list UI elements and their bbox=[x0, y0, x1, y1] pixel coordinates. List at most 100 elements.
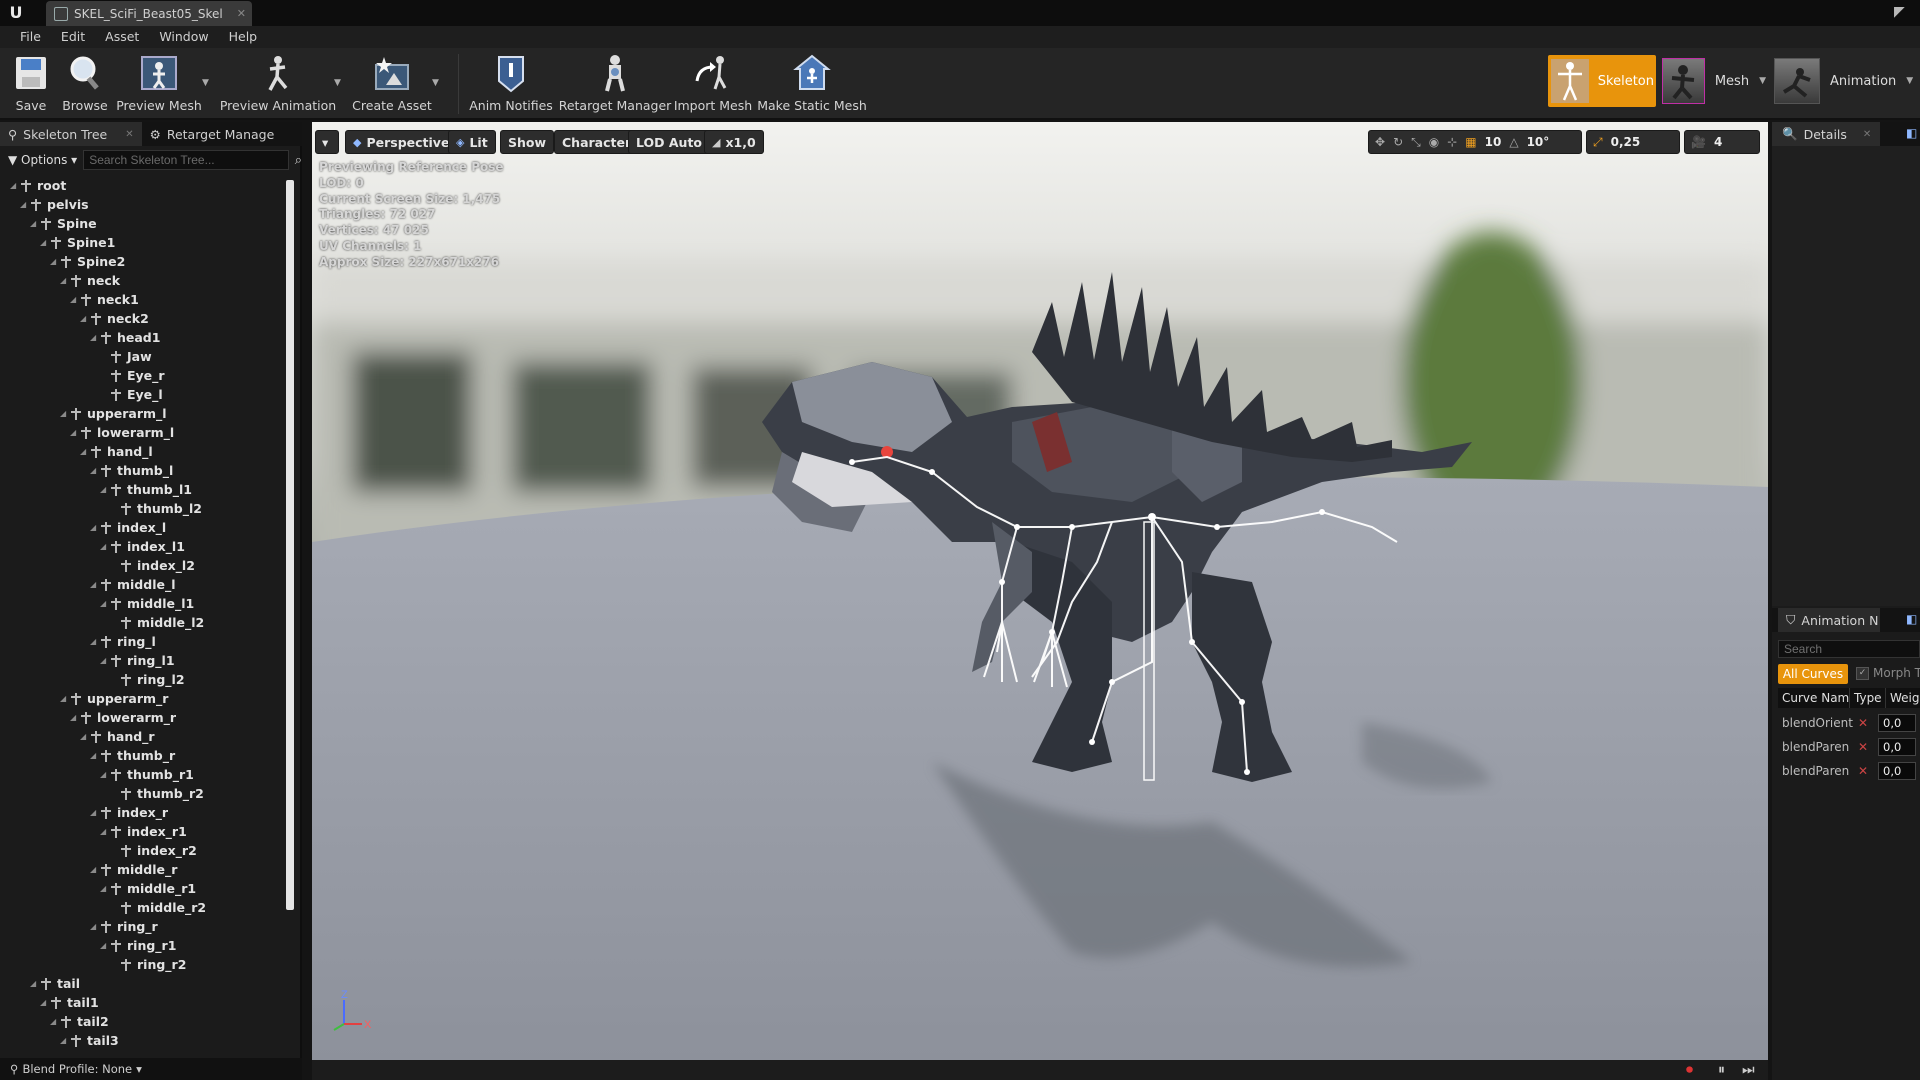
camera-speed-icon[interactable]: 🎥 bbox=[1691, 135, 1706, 149]
column-weight[interactable]: Weig bbox=[1886, 688, 1920, 708]
expand-arrow-icon[interactable]: ◢ bbox=[80, 442, 90, 461]
bone-tree-item[interactable]: ◢ neck bbox=[60, 271, 120, 290]
menu-file[interactable]: File bbox=[10, 26, 51, 48]
bone-tree-item[interactable]: ◢ middle_l1 bbox=[100, 594, 194, 613]
expand-arrow-icon[interactable]: ◢ bbox=[60, 404, 70, 423]
expand-arrow-icon[interactable]: ◢ bbox=[30, 214, 40, 233]
tab-retarget-manager[interactable]: ⚙ Retarget Manage bbox=[142, 122, 283, 146]
pause-button-icon[interactable]: ⏸ bbox=[1718, 1062, 1725, 1078]
bone-tree-item[interactable]: ring_l2 bbox=[110, 670, 185, 689]
expand-arrow-icon[interactable]: ◢ bbox=[90, 575, 100, 594]
expand-arrow-icon[interactable]: ◢ bbox=[70, 423, 80, 442]
curve-row[interactable]: blendParen ✕ 0,0 bbox=[1778, 760, 1920, 782]
make-static-mesh-button[interactable]: Make Static Mesh bbox=[757, 52, 867, 116]
expand-arrow-icon[interactable]: ◢ bbox=[90, 328, 100, 347]
bone-tree-item[interactable]: ◢ ring_l bbox=[90, 632, 156, 651]
expand-arrow-icon[interactable]: ◢ bbox=[50, 1012, 60, 1031]
expand-arrow-icon[interactable]: ◢ bbox=[50, 252, 60, 271]
curve-weight-field[interactable]: 0,0 bbox=[1878, 714, 1916, 732]
expand-arrow-icon[interactable]: ◢ bbox=[100, 936, 110, 955]
scale-snap-icon[interactable]: ⤢ bbox=[1593, 135, 1603, 150]
tab-skeleton-tree[interactable]: ⚲ Skeleton Tree ✕ bbox=[0, 122, 142, 146]
bone-tree-item[interactable]: ◢ Spine2 bbox=[50, 252, 125, 271]
create-asset-button[interactable]: Create Asset bbox=[352, 52, 432, 116]
column-curve-name[interactable]: Curve Nam bbox=[1778, 688, 1850, 708]
curve-row[interactable]: blendOrient ✕ 0,0 bbox=[1778, 712, 1920, 734]
perspective-button[interactable]: ◆ Perspective bbox=[345, 130, 458, 154]
world-local-icon[interactable]: ◉ bbox=[1429, 135, 1439, 149]
expand-arrow-icon[interactable]: ◢ bbox=[90, 860, 100, 879]
delete-curve-icon[interactable]: ✕ bbox=[1858, 740, 1872, 754]
viewport-options-dropdown[interactable]: ▾ bbox=[315, 130, 339, 154]
bone-tree-item[interactable]: middle_l2 bbox=[110, 613, 204, 632]
expand-arrow-icon[interactable]: ◢ bbox=[30, 974, 40, 993]
mesh-mode-button[interactable]: Mesh ▼ bbox=[1662, 55, 1766, 107]
bone-tree-item[interactable]: ◢ Spine bbox=[30, 214, 97, 233]
bone-tree-item[interactable]: ◢ tail bbox=[30, 974, 80, 993]
search-icon[interactable]: ⌕ bbox=[295, 153, 302, 168]
all-curves-button[interactable]: All Curves bbox=[1778, 664, 1848, 684]
show-button[interactable]: Show bbox=[500, 130, 555, 154]
close-tab-icon[interactable]: ✕ bbox=[237, 7, 246, 20]
curve-search-input[interactable] bbox=[1778, 640, 1920, 658]
expand-arrow-icon[interactable]: ◢ bbox=[100, 537, 110, 556]
expand-arrow-icon[interactable]: ◢ bbox=[100, 480, 110, 499]
bone-tree-item[interactable]: ◢ Spine1 bbox=[40, 233, 115, 252]
column-type[interactable]: Type bbox=[1850, 688, 1886, 708]
scale-snap-value[interactable]: 0,25 bbox=[1611, 135, 1641, 149]
expand-arrow-icon[interactable]: ◢ bbox=[70, 290, 80, 309]
camera-speed-value[interactable]: 4 bbox=[1714, 135, 1722, 149]
delete-curve-icon[interactable]: ✕ bbox=[1858, 764, 1872, 778]
preview-mesh-button[interactable]: Preview Mesh bbox=[116, 52, 202, 116]
bone-tree-item[interactable]: ◢ thumb_l bbox=[90, 461, 173, 480]
bone-tree-item[interactable]: ◢ upperarm_r bbox=[60, 689, 168, 708]
bone-tree-item[interactable]: ◢ tail3 bbox=[60, 1031, 119, 1050]
retarget-manager-button[interactable]: Retarget Manager bbox=[559, 52, 671, 116]
grid-snap-icon[interactable]: ▦ bbox=[1465, 135, 1476, 149]
bone-tree-item[interactable]: ◢ thumb_l1 bbox=[100, 480, 192, 499]
bone-tree-item[interactable]: ◢ tail1 bbox=[40, 993, 99, 1012]
options-dropdown[interactable]: ▼ Options ▾ bbox=[8, 153, 77, 167]
bone-tree-item[interactable]: Eye_l bbox=[100, 385, 163, 404]
save-button[interactable]: Save bbox=[8, 52, 54, 116]
bone-tree-item[interactable]: ◢ index_r1 bbox=[100, 822, 187, 841]
expand-arrow-icon[interactable]: ◢ bbox=[80, 309, 90, 328]
menu-edit[interactable]: Edit bbox=[51, 26, 95, 48]
curves-extra-tab-icon[interactable]: ◧ bbox=[1906, 612, 1917, 626]
delete-curve-icon[interactable]: ✕ bbox=[1858, 716, 1872, 730]
expand-arrow-icon[interactable]: ◢ bbox=[90, 461, 100, 480]
expand-arrow-icon[interactable]: ◢ bbox=[40, 993, 50, 1012]
record-button-icon[interactable]: ⏺ bbox=[1686, 1062, 1693, 1078]
animation-mode-dropdown-icon[interactable]: ▼ bbox=[1906, 76, 1913, 86]
lit-button[interactable]: ◈ Lit bbox=[448, 130, 496, 154]
expand-arrow-icon[interactable]: ◢ bbox=[10, 176, 20, 195]
translate-icon[interactable]: ✥ bbox=[1375, 135, 1385, 149]
expand-arrow-icon[interactable]: ◢ bbox=[40, 233, 50, 252]
bone-tree-item[interactable]: index_l2 bbox=[110, 556, 195, 575]
bone-tree-item[interactable]: thumb_l2 bbox=[110, 499, 202, 518]
bone-tree-item[interactable]: ◢ thumb_r1 bbox=[100, 765, 194, 784]
bone-tree-item[interactable]: ◢ middle_r bbox=[90, 860, 177, 879]
bone-tree-item[interactable]: Jaw bbox=[100, 347, 152, 366]
curve-weight-field[interactable]: 0,0 bbox=[1878, 762, 1916, 780]
expand-arrow-icon[interactable]: ◢ bbox=[100, 879, 110, 898]
morph-target-checkbox[interactable]: ✓ Morph T bbox=[1856, 666, 1920, 680]
close-skeleton-tree-icon[interactable]: ✕ bbox=[125, 129, 133, 140]
curve-weight-field[interactable]: 0,0 bbox=[1878, 738, 1916, 756]
preview-animation-dropdown-icon[interactable]: ▼ bbox=[334, 78, 341, 88]
preview-animation-button[interactable]: Preview Animation bbox=[220, 52, 336, 116]
bone-tree-item[interactable]: Eye_r bbox=[100, 366, 165, 385]
expand-arrow-icon[interactable]: ◢ bbox=[100, 822, 110, 841]
bone-tree-item[interactable]: ◢ head1 bbox=[90, 328, 160, 347]
rotate-icon[interactable]: ↻ bbox=[1393, 135, 1403, 149]
bone-tree-item[interactable]: ◢ hand_l bbox=[80, 442, 153, 461]
bone-tree-item[interactable]: ◢ pelvis bbox=[20, 195, 89, 214]
import-mesh-button[interactable]: Import Mesh bbox=[674, 52, 752, 116]
expand-arrow-icon[interactable]: ◢ bbox=[90, 917, 100, 936]
browse-button[interactable]: Browse bbox=[62, 52, 108, 116]
bone-tree-item[interactable]: ◢ index_l1 bbox=[100, 537, 185, 556]
character-button[interactable]: Character bbox=[554, 130, 640, 154]
3d-viewport[interactable]: ▾ ◆ Perspective ◈ Lit Show Character LOD… bbox=[312, 122, 1768, 1060]
bone-tree-item[interactable]: tail4 bbox=[70, 1050, 129, 1054]
menu-asset[interactable]: Asset bbox=[95, 26, 149, 48]
